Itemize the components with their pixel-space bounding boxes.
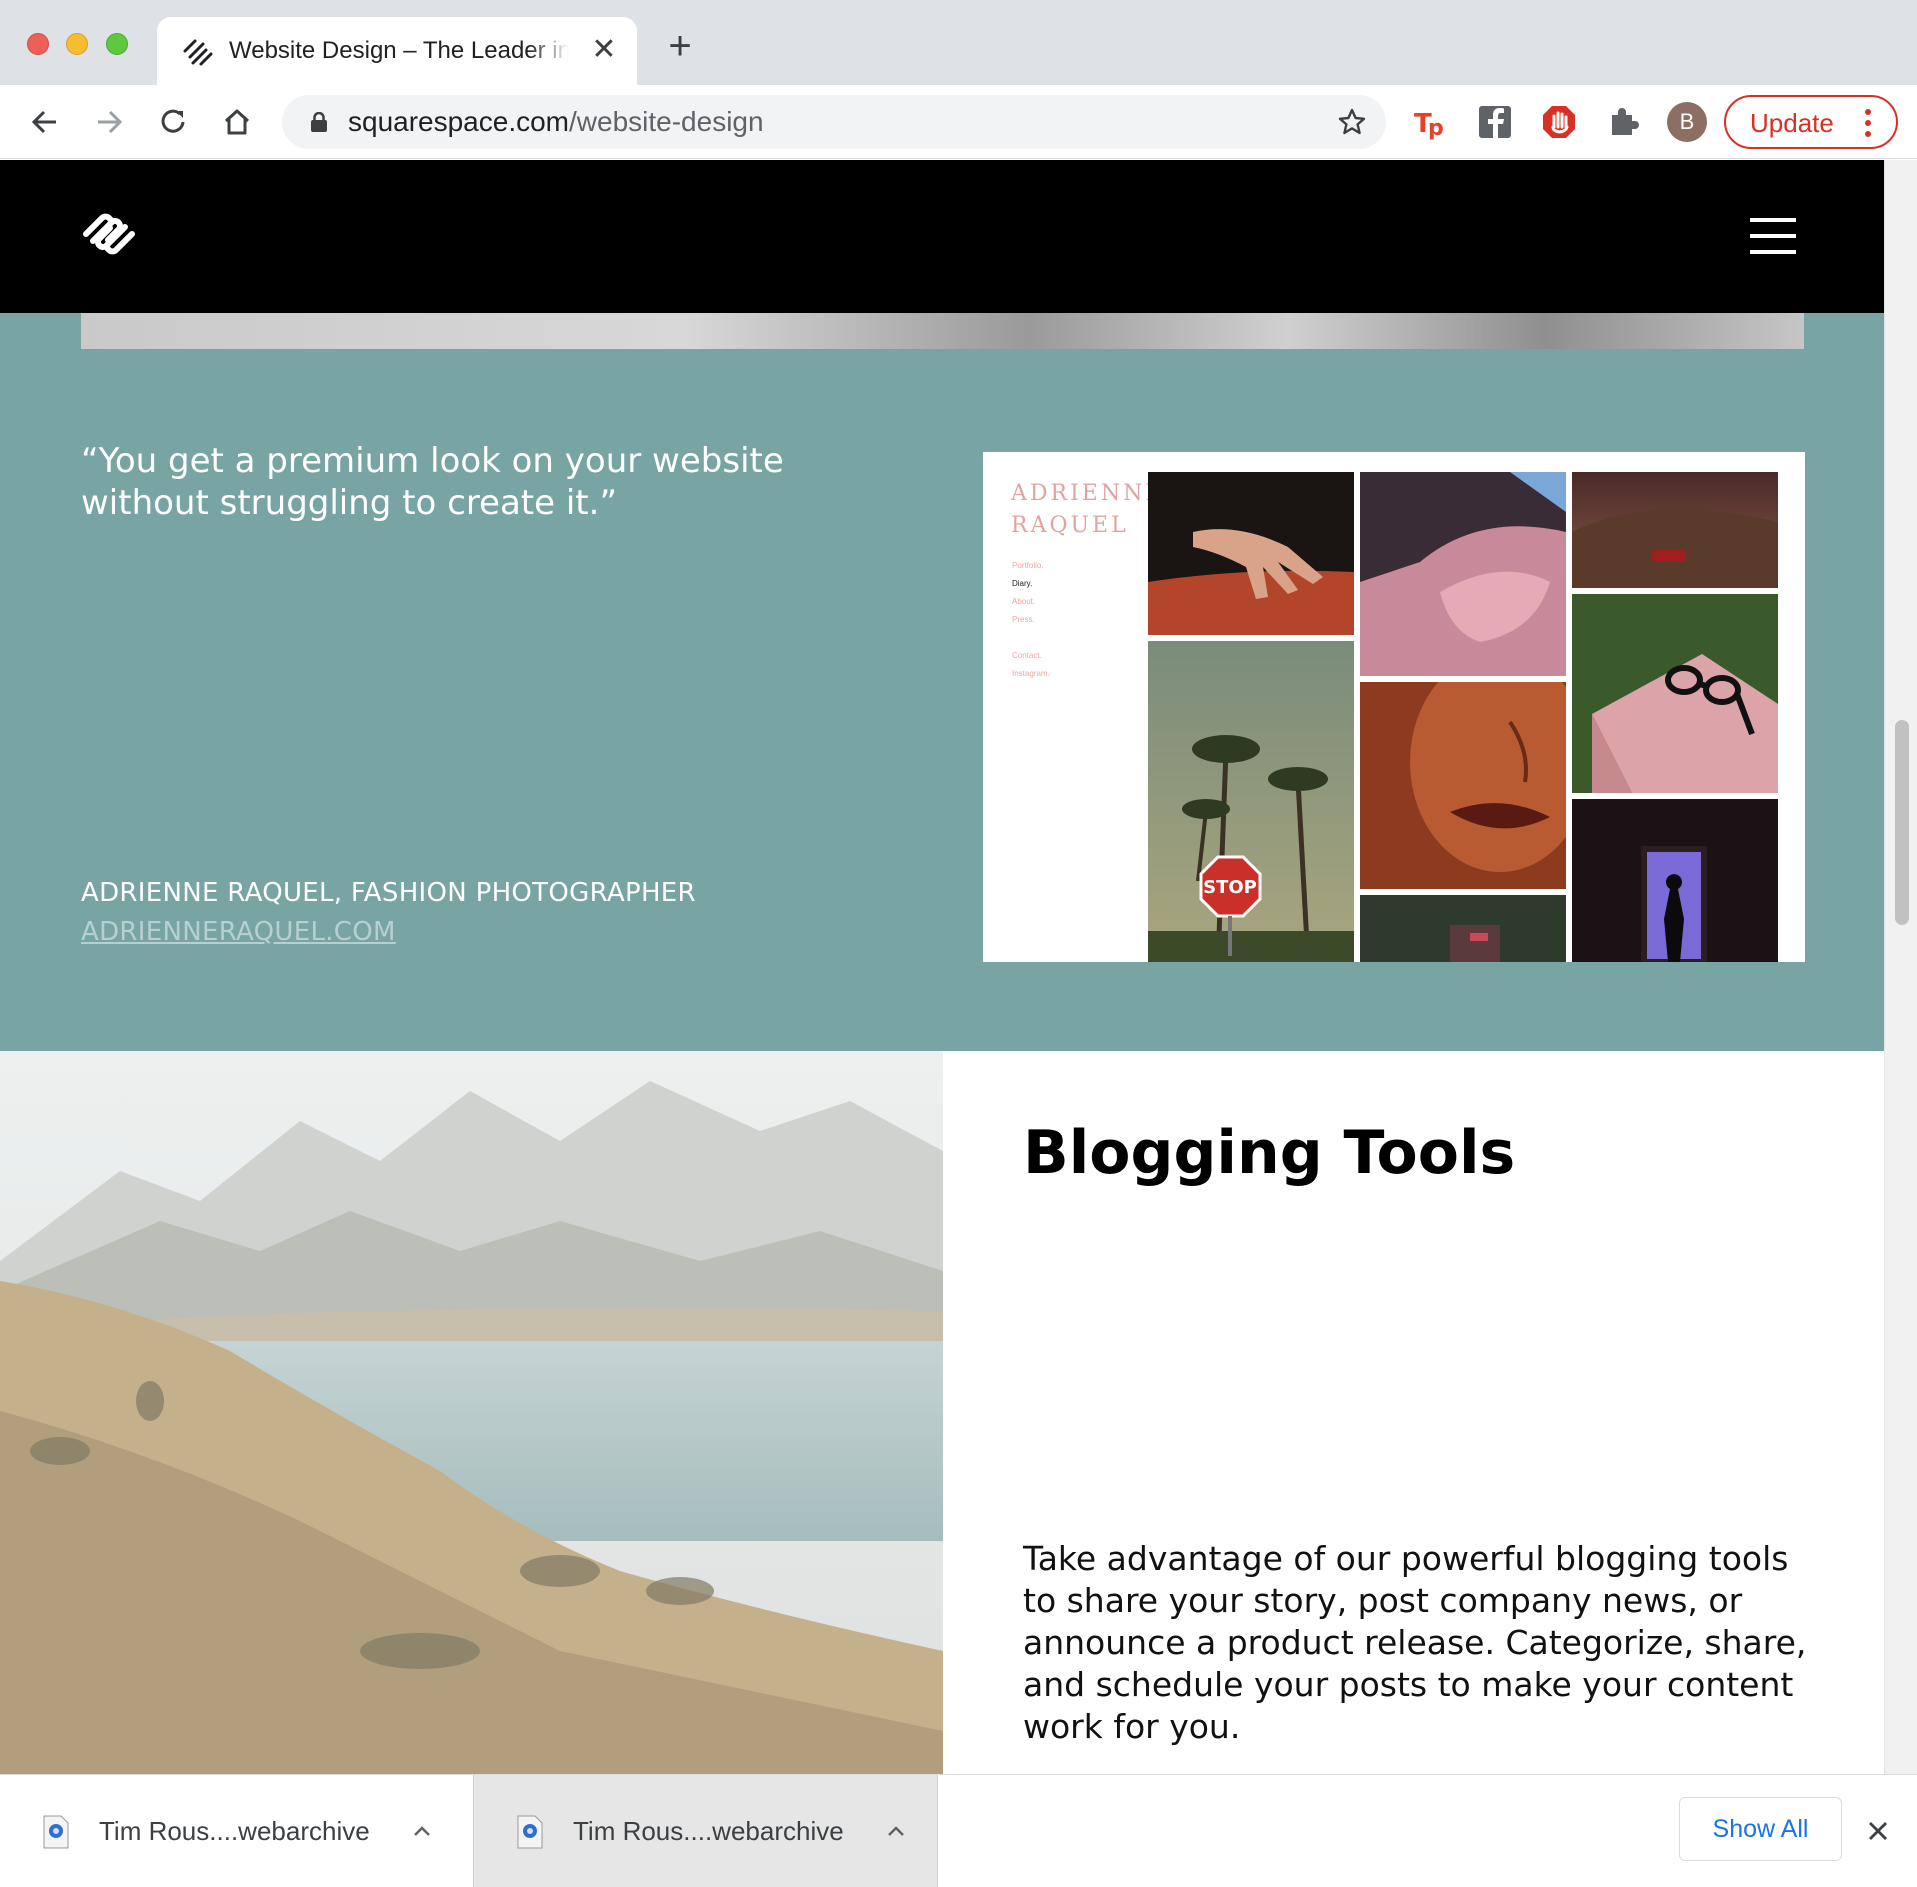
- blogging-tools-section: Blogging Tools Take advantage of our pow…: [943, 1051, 1884, 1774]
- download-shelf: Tim Rous....webarchive Tim Rous....webar…: [0, 1774, 1917, 1887]
- reload-icon[interactable]: [154, 103, 192, 141]
- squarespace-logo-icon[interactable]: [80, 208, 138, 260]
- blogging-tools-description: Take advantage of our powerful blogging …: [1023, 1539, 1807, 1746]
- profile-avatar[interactable]: B: [1667, 102, 1707, 142]
- menu-hamburger-icon[interactable]: [1750, 218, 1796, 254]
- forward-icon[interactable]: [90, 103, 128, 141]
- update-button[interactable]: Update: [1724, 95, 1898, 149]
- silhouette-window-photo: [1572, 799, 1778, 962]
- portfolio-site-name: ADRIENNE RAQUEL: [1011, 481, 1165, 538]
- url-host: squarespace.com: [348, 106, 570, 137]
- extensions-puzzle-icon[interactable]: [1604, 103, 1642, 141]
- window-close-button[interactable]: [27, 33, 49, 55]
- download-item[interactable]: Tim Rous....webarchive: [0, 1775, 465, 1887]
- chevron-up-icon[interactable]: [884, 1819, 908, 1843]
- portfolio-menu-item: [1012, 629, 1092, 647]
- lips-closeup-photo: [1360, 682, 1566, 889]
- site-header: [0, 160, 1884, 313]
- window-minimize-button[interactable]: [66, 33, 88, 55]
- show-all-downloads-button[interactable]: Show All: [1679, 1797, 1842, 1861]
- blogging-tools-title: Blogging Tools: [1023, 1118, 1516, 1188]
- testimonial-website-link[interactable]: ADRIENNERAQUEL.COM: [81, 917, 396, 947]
- portfolio-menu-item: Press.: [1012, 615, 1035, 624]
- new-tab-button[interactable]: +: [663, 26, 697, 66]
- svg-text:p: p: [1428, 116, 1444, 141]
- portfolio-menu: Portfolio. Diary. About. Press. Contact.…: [1012, 557, 1092, 683]
- hand-on-car-photo: [1148, 472, 1354, 635]
- portfolio-menu-item: About.: [1012, 597, 1036, 606]
- browser-tab[interactable]: Website Design – The Leader in Website D…: [157, 17, 637, 85]
- close-icon[interactable]: [1864, 1817, 1892, 1845]
- portfolio-menu-item: Contact.: [1012, 651, 1042, 660]
- pink-car-mirror-photo: [1360, 472, 1566, 676]
- desert-car-photo: [1572, 472, 1778, 588]
- sunglasses-on-pink-box-photo: [1572, 594, 1778, 793]
- download-item[interactable]: Tim Rous....webarchive: [473, 1775, 938, 1887]
- page-scrollbar[interactable]: [1884, 160, 1917, 1774]
- chevron-up-icon[interactable]: [410, 1819, 434, 1843]
- tp-extension-icon[interactable]: T p: [1412, 103, 1450, 141]
- update-label: Update: [1750, 108, 1834, 138]
- previous-image-strip: [81, 313, 1804, 349]
- adblock-extension-icon[interactable]: [1540, 103, 1578, 141]
- webarchive-file-icon: [43, 1815, 69, 1849]
- browser-toolbar: squarespace.com/website-design T p B Upd…: [0, 85, 1917, 159]
- window-zoom-button[interactable]: [106, 33, 128, 55]
- blogging-landscape-photo: [0, 1051, 943, 1774]
- stop-sign-text: STOP: [1203, 877, 1257, 898]
- more-vert-icon[interactable]: [1864, 105, 1872, 141]
- page-viewport: “You get a premium look on your website …: [0, 160, 1884, 1774]
- tab-close-icon[interactable]: ✕: [589, 35, 619, 65]
- scrollbar-thumb[interactable]: [1895, 720, 1909, 925]
- webarchive-file-icon: [517, 1815, 543, 1849]
- squarespace-favicon-icon: [183, 39, 213, 66]
- portfolio-menu-item: Diary.: [1012, 579, 1033, 588]
- url-text[interactable]: squarespace.com/website-design: [348, 107, 764, 137]
- dark-room-photo: [1360, 895, 1566, 962]
- testimonial-quote: “You get a premium look on your website …: [81, 441, 784, 523]
- download-filename: Tim Rous....webarchive: [99, 1816, 370, 1846]
- url-path: /website-design: [569, 106, 764, 137]
- portfolio-menu-item: Instagram.: [1012, 669, 1050, 678]
- star-icon[interactable]: [1337, 107, 1367, 137]
- portfolio-menu-item: Portfolio.: [1012, 561, 1044, 570]
- portfolio-preview-image: ADRIENNE RAQUEL Portfolio. Diary. About.…: [983, 452, 1805, 962]
- palm-trees-stop-sign-photo: STOP: [1148, 641, 1354, 962]
- tab-strip: Website Design – The Leader in Website D…: [0, 0, 1917, 85]
- home-icon[interactable]: [218, 103, 256, 141]
- testimonial-author: ADRIENNE RAQUEL, FASHION PHOTOGRAPHER: [81, 878, 696, 908]
- back-icon[interactable]: [26, 103, 64, 141]
- lock-icon[interactable]: [310, 112, 328, 132]
- tab-title: Website Design – The Leader in Website D…: [229, 37, 569, 64]
- download-filename: Tim Rous....webarchive: [573, 1816, 844, 1846]
- address-bar[interactable]: squarespace.com/website-design: [282, 95, 1386, 149]
- facebook-extension-icon[interactable]: [1476, 103, 1514, 141]
